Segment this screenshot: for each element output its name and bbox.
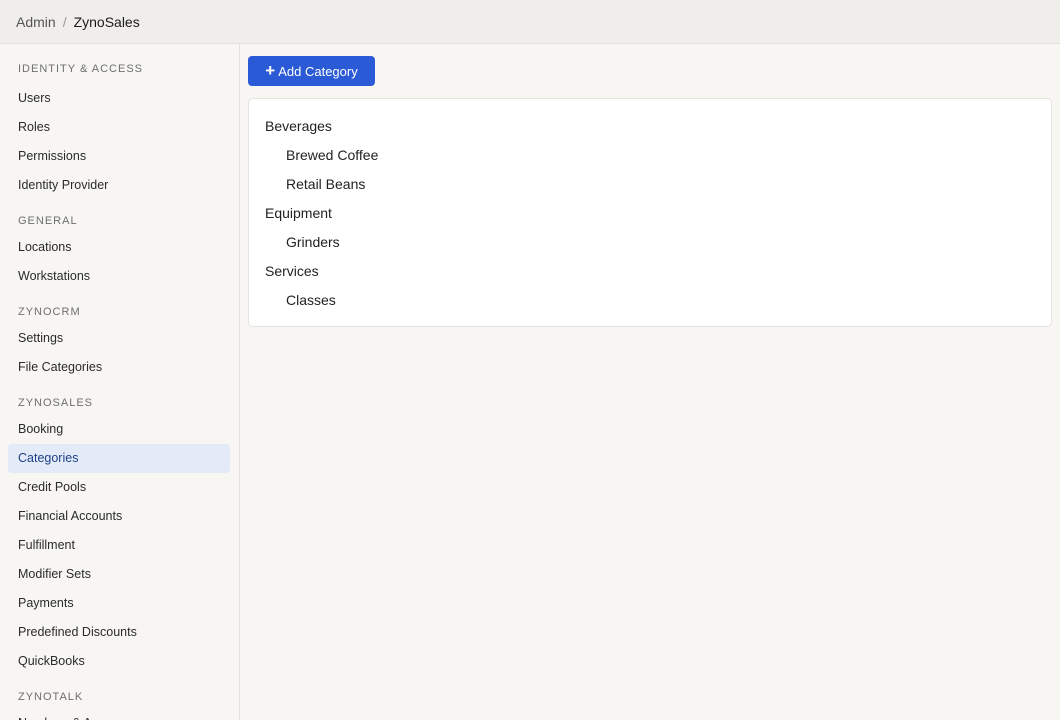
sidebar-item-workstations[interactable]: Workstations xyxy=(8,262,230,291)
breadcrumb-current: ZynoSales xyxy=(73,13,140,30)
breadcrumb: Admin / ZynoSales xyxy=(16,14,140,30)
section-title-zynocrm: ZYNOCRM xyxy=(18,306,81,318)
section-title-zynosales: ZYNOSALES xyxy=(18,397,94,409)
add-category-label: Add Category xyxy=(278,63,358,79)
sidebar-item-permissions[interactable]: Permissions xyxy=(8,142,230,171)
sidebar: IDENTITY & ACCESS Users Roles Permission… xyxy=(0,44,240,720)
sidebar-item-modifier-sets[interactable]: Modifier Sets xyxy=(8,560,230,589)
sidebar-item-identity-provider[interactable]: Identity Provider xyxy=(8,171,230,200)
section-title-general: GENERAL xyxy=(18,215,78,227)
sidebar-item-payments[interactable]: Payments xyxy=(8,589,230,618)
sidebar-item-settings[interactable]: Settings xyxy=(8,324,230,353)
section-title-zynotalk: ZYNOTALK xyxy=(18,691,84,703)
category-item-beverages[interactable]: Beverages xyxy=(249,112,1051,141)
sidebar-item-roles[interactable]: Roles xyxy=(8,113,230,142)
category-item-classes[interactable]: Classes xyxy=(249,286,1051,315)
section-title-identity-access: IDENTITY & ACCESS xyxy=(18,63,143,75)
category-item-services[interactable]: Services xyxy=(249,257,1051,286)
sidebar-item-numbers[interactable]: Numbers & A... xyxy=(8,709,230,720)
sidebar-item-predefined-discounts[interactable]: Predefined Discounts xyxy=(8,618,230,647)
sidebar-item-categories[interactable]: Categories xyxy=(8,444,230,473)
category-item-brewed-coffee[interactable]: Brewed Coffee xyxy=(249,141,1051,170)
category-tree: Beverages Brewed Coffee Retail Beans Equ… xyxy=(248,98,1052,327)
main-content: + Add Category Beverages Brewed Coffee R… xyxy=(240,44,1060,720)
top-bar: Admin / ZynoSales xyxy=(0,0,1060,44)
add-category-button[interactable]: + Add Category xyxy=(248,56,375,86)
sidebar-item-file-categories[interactable]: File Categories xyxy=(8,353,230,382)
breadcrumb-admin[interactable]: Admin xyxy=(16,14,56,30)
sidebar-item-fulfillment[interactable]: Fulfillment xyxy=(8,531,230,560)
sidebar-item-quickbooks[interactable]: QuickBooks xyxy=(8,647,230,676)
category-item-grinders[interactable]: Grinders xyxy=(249,228,1051,257)
category-item-equipment[interactable]: Equipment xyxy=(249,199,1051,228)
breadcrumb-separator: / xyxy=(62,13,67,30)
plus-icon: + xyxy=(265,60,276,80)
sidebar-item-financial-accounts[interactable]: Financial Accounts xyxy=(8,502,230,531)
category-item-retail-beans[interactable]: Retail Beans xyxy=(249,170,1051,199)
sidebar-item-credit-pools[interactable]: Credit Pools xyxy=(8,473,230,502)
sidebar-item-locations[interactable]: Locations xyxy=(8,233,230,262)
sidebar-item-users[interactable]: Users xyxy=(8,84,230,113)
sidebar-item-booking[interactable]: Booking xyxy=(8,415,230,444)
